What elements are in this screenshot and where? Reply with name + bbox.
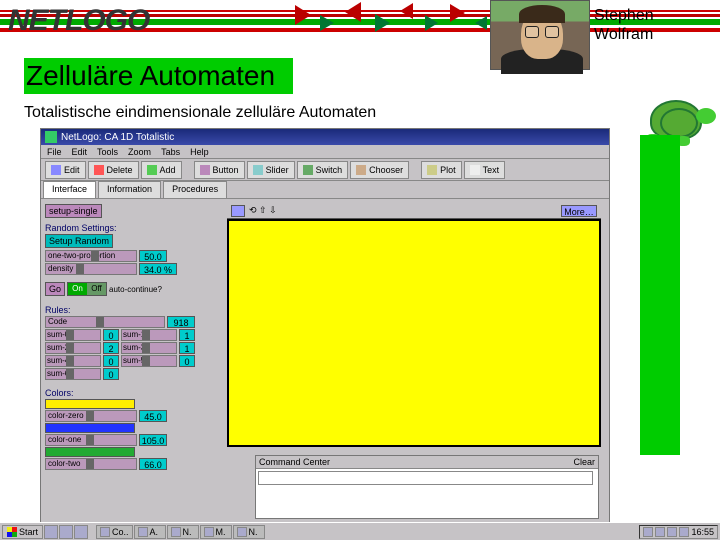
tab-information[interactable]: Information <box>98 181 161 198</box>
command-center-clear[interactable]: Clear <box>573 457 595 467</box>
titlebar[interactable]: NetLogo: CA 1D Totalistic <box>41 129 609 145</box>
taskbar-tab[interactable]: N. <box>167 525 199 539</box>
slider-density[interactable]: density <box>45 263 137 275</box>
menu-tools[interactable]: Tools <box>97 147 118 157</box>
attribution-line1: Stephen <box>594 6 714 25</box>
toolbar-add[interactable]: Add <box>141 161 182 179</box>
rules-label: Rules: <box>45 305 221 315</box>
setup-single-button[interactable]: setup-single <box>45 204 102 218</box>
tab-procedures[interactable]: Procedures <box>163 181 227 198</box>
menu-file[interactable]: File <box>47 147 62 157</box>
attribution: Stephen Wolfram <box>594 6 714 44</box>
page-heading: Zelluläre Automaten <box>24 58 293 94</box>
slider-one-two-proportion[interactable]: one-two-proportion <box>45 250 137 262</box>
slider-sum-4[interactable]: sum-4 <box>45 355 101 367</box>
portrait-photo <box>490 0 590 70</box>
quicklaunch-icon[interactable] <box>44 525 58 539</box>
slider-color-two[interactable]: color-two <box>45 458 137 470</box>
attribution-line2: Wolfram <box>594 25 714 44</box>
workspace: setup-single Random Settings: Setup Rand… <box>41 199 609 525</box>
slider-sum-1[interactable]: sum-1 <box>121 329 177 341</box>
command-center: Command Center Clear <box>255 455 599 519</box>
tray-icon[interactable] <box>679 527 689 537</box>
system-tray[interactable]: 16:55 <box>639 525 718 539</box>
view-toolbar: ⟲ ⇧ ⇩ More… <box>227 203 601 219</box>
swatch-color-two <box>45 447 135 457</box>
taskbar-tab[interactable]: A. <box>134 525 166 539</box>
slider-code[interactable]: Code <box>45 316 165 328</box>
windows-flag-icon <box>7 527 17 537</box>
slider-sum-5[interactable]: sum-5 <box>121 355 177 367</box>
menu-help[interactable]: Help <box>190 147 209 157</box>
tray-icon[interactable] <box>643 527 653 537</box>
menu-zoom[interactable]: Zoom <box>128 147 151 157</box>
menu-edit[interactable]: Edit <box>72 147 88 157</box>
swatch-color-one <box>45 423 135 433</box>
ca-canvas <box>229 221 599 445</box>
interface-panel: setup-single Random Settings: Setup Rand… <box>45 203 221 523</box>
slider-sum-6[interactable]: sum-6 <box>45 368 101 380</box>
view-center-controls[interactable]: ⟲ ⇧ ⇩ <box>249 205 277 216</box>
toolbar: Edit Delete Add Button Slider Switch Cho… <box>41 159 609 181</box>
value-code: 918 <box>167 316 195 328</box>
window-title: NetLogo: CA 1D Totalistic <box>61 132 605 143</box>
quicklaunch-icon[interactable] <box>59 525 73 539</box>
toolbar-delete[interactable]: Delete <box>88 161 139 179</box>
go-button[interactable]: Go <box>45 282 65 296</box>
taskbar-tab[interactable]: Co.. <box>96 525 133 539</box>
tray-icon[interactable] <box>655 527 665 537</box>
banner-logo-text: NETLOGO <box>0 4 149 38</box>
slider-sum-3[interactable]: sum-3 <box>121 342 177 354</box>
taskbar-tab[interactable]: N. <box>233 525 265 539</box>
menu-tabs[interactable]: Tabs <box>161 147 180 157</box>
netlogo-window: NetLogo: CA 1D Totalistic File Edit Tool… <box>40 128 610 526</box>
start-button[interactable]: Start <box>2 525 43 539</box>
toolbar-button[interactable]: Button <box>194 161 245 179</box>
tabrow: Interface Information Procedures <box>41 181 609 199</box>
value-density: 34.0 % <box>139 263 177 275</box>
value-one-two-proportion: 50.0 <box>139 250 167 262</box>
colors-label: Colors: <box>45 388 221 398</box>
slider-sum-2[interactable]: sum-2 <box>45 342 101 354</box>
view-3d-button[interactable] <box>231 205 245 217</box>
slider-color-one[interactable]: color-one <box>45 434 137 446</box>
clock: 16:55 <box>691 527 714 537</box>
toolbar-slider[interactable]: Slider <box>247 161 295 179</box>
taskbar-tab[interactable]: M. <box>200 525 232 539</box>
auto-continue-switch[interactable]: OnOff <box>67 282 107 296</box>
slider-sum-0[interactable]: sum-0 <box>45 329 101 341</box>
taskbar: Start Co.. A. N. M. N. 16:55 <box>0 522 720 540</box>
toolbar-text[interactable]: Text <box>464 161 506 179</box>
toolbar-plot[interactable]: Plot <box>421 161 462 179</box>
quicklaunch-icon[interactable] <box>74 525 88 539</box>
tray-icon[interactable] <box>667 527 677 537</box>
tab-interface[interactable]: Interface <box>43 181 96 198</box>
toolbar-chooser[interactable]: Chooser <box>350 161 409 179</box>
app-icon <box>45 131 57 143</box>
green-sidebar-accent <box>640 135 680 455</box>
command-center-title: Command Center <box>259 457 330 467</box>
slider-color-zero[interactable]: color-zero <box>45 410 137 422</box>
page-subheading: Totalistische eindimensionale zelluläre … <box>24 102 384 124</box>
swatch-color-zero <box>45 399 135 409</box>
view-more-button[interactable]: More… <box>561 205 597 217</box>
auto-continue-label: auto-continue? <box>109 285 162 294</box>
toolbar-edit[interactable]: Edit <box>45 161 86 179</box>
command-input[interactable] <box>258 471 593 485</box>
setup-random-button[interactable]: Setup Random <box>45 234 113 248</box>
menubar[interactable]: File Edit Tools Zoom Tabs Help <box>41 145 609 159</box>
world-view[interactable]: ⟲ ⇧ ⇩ More… <box>227 203 601 447</box>
toolbar-switch[interactable]: Switch <box>297 161 349 179</box>
section-random-label: Random Settings: <box>45 223 221 233</box>
